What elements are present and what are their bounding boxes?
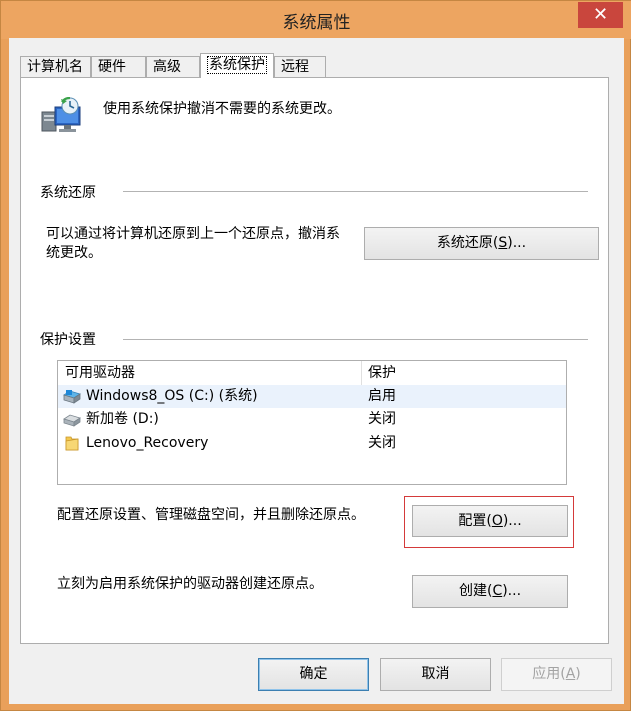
apply-button-suffix: )	[575, 666, 581, 682]
drive-list[interactable]: 可用驱动器 保护 Windows8_OS (C:) (系统) 启用 新加卷 (D…	[57, 360, 567, 485]
system-restore-button-suffix: )...	[507, 235, 527, 251]
drive-protection-status: 关闭	[368, 435, 396, 451]
dialog-client-area: 计算机名 硬件 高级 系统保护 远程 使用系统保护撤消不需要的系统更改。 系统还…	[9, 38, 624, 704]
protect-group-title: 保护设置	[40, 329, 102, 349]
cancel-button[interactable]: 取消	[380, 658, 491, 691]
column-header-drive[interactable]: 可用驱动器	[65, 361, 135, 385]
restore-group-divider	[123, 191, 588, 192]
system-drive-icon	[63, 390, 81, 404]
apply-button-label: 应用(A)	[532, 659, 581, 690]
drive-name: Lenovo_Recovery	[86, 435, 209, 451]
configure-description: 配置还原设置、管理磁盘空间，并且删除还原点。	[57, 507, 365, 523]
close-button[interactable]: ✕	[578, 2, 623, 28]
configure-button-label: 配置(O)...	[458, 506, 521, 536]
tab-advanced[interactable]: 高级	[146, 56, 200, 77]
folder-icon	[65, 436, 79, 451]
system-restore-button[interactable]: 系统还原(S)...	[364, 227, 599, 260]
drive-row[interactable]: 新加卷 (D:) 关闭	[58, 408, 566, 431]
configure-button[interactable]: 配置(O)...	[412, 505, 568, 537]
window-title: 系统属性	[282, 13, 351, 33]
tab-system-protection-label: 系统保护	[207, 56, 267, 74]
system-protection-icon	[41, 97, 81, 132]
system-protection-panel: 使用系统保护撤消不需要的系统更改。 系统还原 可以通过将计算机还原到上一个还原点…	[20, 77, 609, 644]
drive-name: 新加卷 (D:)	[86, 411, 159, 427]
create-button[interactable]: 创建(C)...	[412, 575, 568, 608]
apply-button[interactable]: 应用(A)	[501, 658, 612, 691]
close-icon: ✕	[592, 4, 609, 25]
tab-system-protection[interactable]: 系统保护	[200, 53, 274, 78]
apply-button-key: A	[565, 666, 576, 682]
drive-row[interactable]: Lenovo_Recovery 关闭	[58, 432, 566, 455]
drive-protection-status: 启用	[368, 388, 396, 404]
system-restore-button-key: S	[498, 235, 508, 251]
drive-name: Windows8_OS (C:) (系统)	[86, 388, 258, 404]
system-restore-button-prefix: 系统还原(	[436, 235, 499, 251]
restore-description-line-2: 统更改。	[46, 245, 102, 261]
protect-group-divider	[123, 339, 588, 340]
column-separator[interactable]	[361, 361, 362, 385]
create-description: 立刻为启用系统保护的驱动器创建还原点。	[57, 576, 323, 592]
restore-description: 可以通过将计算机还原到上一个还原点，撤消系 统更改。	[46, 225, 340, 263]
restore-description-line-1: 可以通过将计算机还原到上一个还原点，撤消系	[46, 226, 340, 242]
tab-computer-name[interactable]: 计算机名	[20, 56, 91, 77]
configure-button-prefix: 配置(	[458, 513, 492, 529]
apply-button-prefix: 应用(	[532, 666, 566, 682]
drive-list-header: 可用驱动器 保护	[58, 361, 566, 385]
system-properties-window: 系统属性 ✕ 计算机名 硬件 高级 系统保护 远程 使用系统保护撤消不需要的系统…	[0, 0, 631, 711]
create-button-label: 创建(C)...	[459, 576, 521, 607]
drive-row[interactable]: Windows8_OS (C:) (系统) 启用	[58, 385, 566, 408]
create-button-key: C	[492, 583, 503, 599]
drive-protection-status: 关闭	[368, 411, 396, 427]
hard-drive-icon	[63, 414, 81, 427]
configure-button-key: O	[491, 513, 503, 529]
create-button-suffix: )...	[502, 583, 522, 599]
tab-hardware[interactable]: 硬件	[91, 56, 146, 77]
title-bar[interactable]: 系统属性 ✕	[1, 1, 631, 39]
tab-remote[interactable]: 远程	[274, 56, 326, 77]
column-header-protection[interactable]: 保护	[368, 361, 396, 385]
intro-text: 使用系统保护撤消不需要的系统更改。	[103, 101, 341, 117]
system-restore-button-label: 系统还原(S)...	[437, 228, 526, 259]
configure-button-suffix: )...	[502, 513, 522, 529]
ok-button[interactable]: 确定	[258, 658, 369, 691]
restore-group-title: 系统还原	[40, 182, 102, 202]
create-button-prefix: 创建(	[458, 583, 493, 599]
